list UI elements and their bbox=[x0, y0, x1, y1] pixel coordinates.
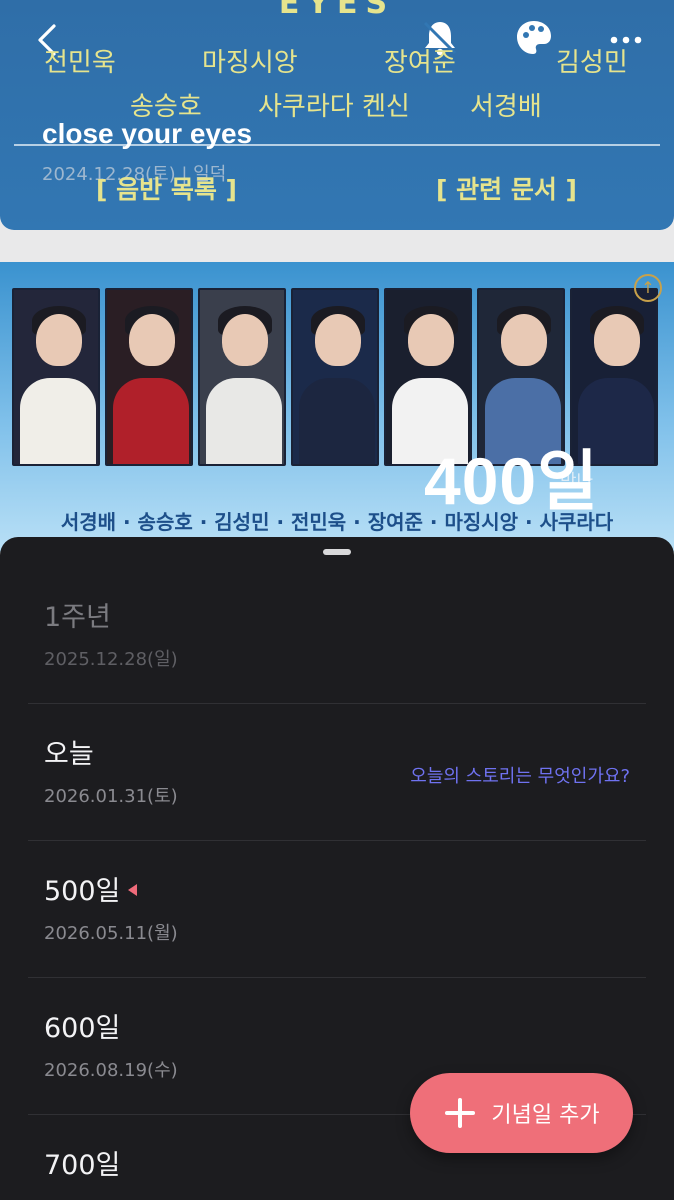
anniversary-date: 2025.12.28(일) bbox=[44, 649, 178, 670]
anniversary-title: 오늘 bbox=[44, 739, 94, 770]
anniversary-row-today[interactable]: 오늘 2026.01.31(토) 오늘의 스토리는 무엇인가요? bbox=[28, 704, 646, 841]
anniversary-row[interactable]: 500일 2026.05.11(월) bbox=[28, 841, 646, 978]
member-photo bbox=[105, 288, 193, 466]
palette-icon[interactable] bbox=[514, 18, 554, 58]
member-name[interactable]: 서경배 bbox=[470, 86, 542, 123]
anniversary-date: 2026.01.31(토) bbox=[44, 786, 178, 807]
member-name[interactable]: 김성민 bbox=[556, 42, 628, 79]
anniversary-title: 600일 bbox=[44, 1013, 121, 1044]
sheet-grabber[interactable] bbox=[323, 549, 351, 555]
member-photo bbox=[12, 288, 100, 466]
banner-member-line: 서경배 · 송승호 · 김성민 · 전민욱 · 장여준 · 마징시앙 · 사쿠라… bbox=[60, 510, 614, 534]
member-photo bbox=[291, 288, 379, 466]
anniversary-title: 1주년 bbox=[44, 602, 111, 633]
anniversary-title: 500일 bbox=[44, 876, 121, 907]
member-name[interactable]: 사쿠라다 켄신 bbox=[258, 86, 410, 123]
info-badge-icon[interactable]: ↑ bbox=[634, 274, 662, 302]
anniversary-title-wrap: 500일 bbox=[44, 869, 138, 908]
add-anniversary-label: 기념일 추가 bbox=[491, 1103, 600, 1128]
member-photo bbox=[198, 288, 286, 466]
member-name[interactable]: 전민욱 bbox=[44, 42, 116, 79]
group-wordmark: EYES bbox=[278, 0, 396, 21]
anniversary-date: 2026.05.11(월) bbox=[44, 923, 178, 944]
anniversary-row[interactable]: 1주년 2025.12.28(일) bbox=[28, 567, 646, 704]
page-title: close your eyes bbox=[42, 118, 253, 149]
plus-icon bbox=[443, 1096, 477, 1130]
next-marker-icon bbox=[128, 884, 138, 896]
related-docs-link[interactable]: [ 관련 문서 ] bbox=[436, 170, 577, 206]
today-story-link[interactable]: 오늘의 스토리는 무엇인가요? bbox=[410, 762, 630, 788]
anniversary-banner[interactable]: ↑ 만나 400일 서경배 · 송승호 · 김성민 · 전민욱 · 장여준 · … bbox=[0, 262, 674, 552]
member-name[interactable]: 마징시앙 bbox=[202, 42, 298, 79]
anniversary-date: 2026.08.19(수) bbox=[44, 1060, 178, 1081]
album-list-link[interactable]: [ 음반 목록 ] bbox=[96, 170, 237, 206]
group-header-card: EYES 전민욱 마징시앙 장여준 김성민 송승호 사쿠라다 켄신 서경배 cl… bbox=[0, 0, 674, 230]
member-name[interactable]: 장여준 bbox=[384, 42, 456, 79]
anniversary-title: 700일 bbox=[44, 1150, 121, 1181]
add-anniversary-button[interactable]: 기념일 추가 bbox=[410, 1073, 633, 1153]
